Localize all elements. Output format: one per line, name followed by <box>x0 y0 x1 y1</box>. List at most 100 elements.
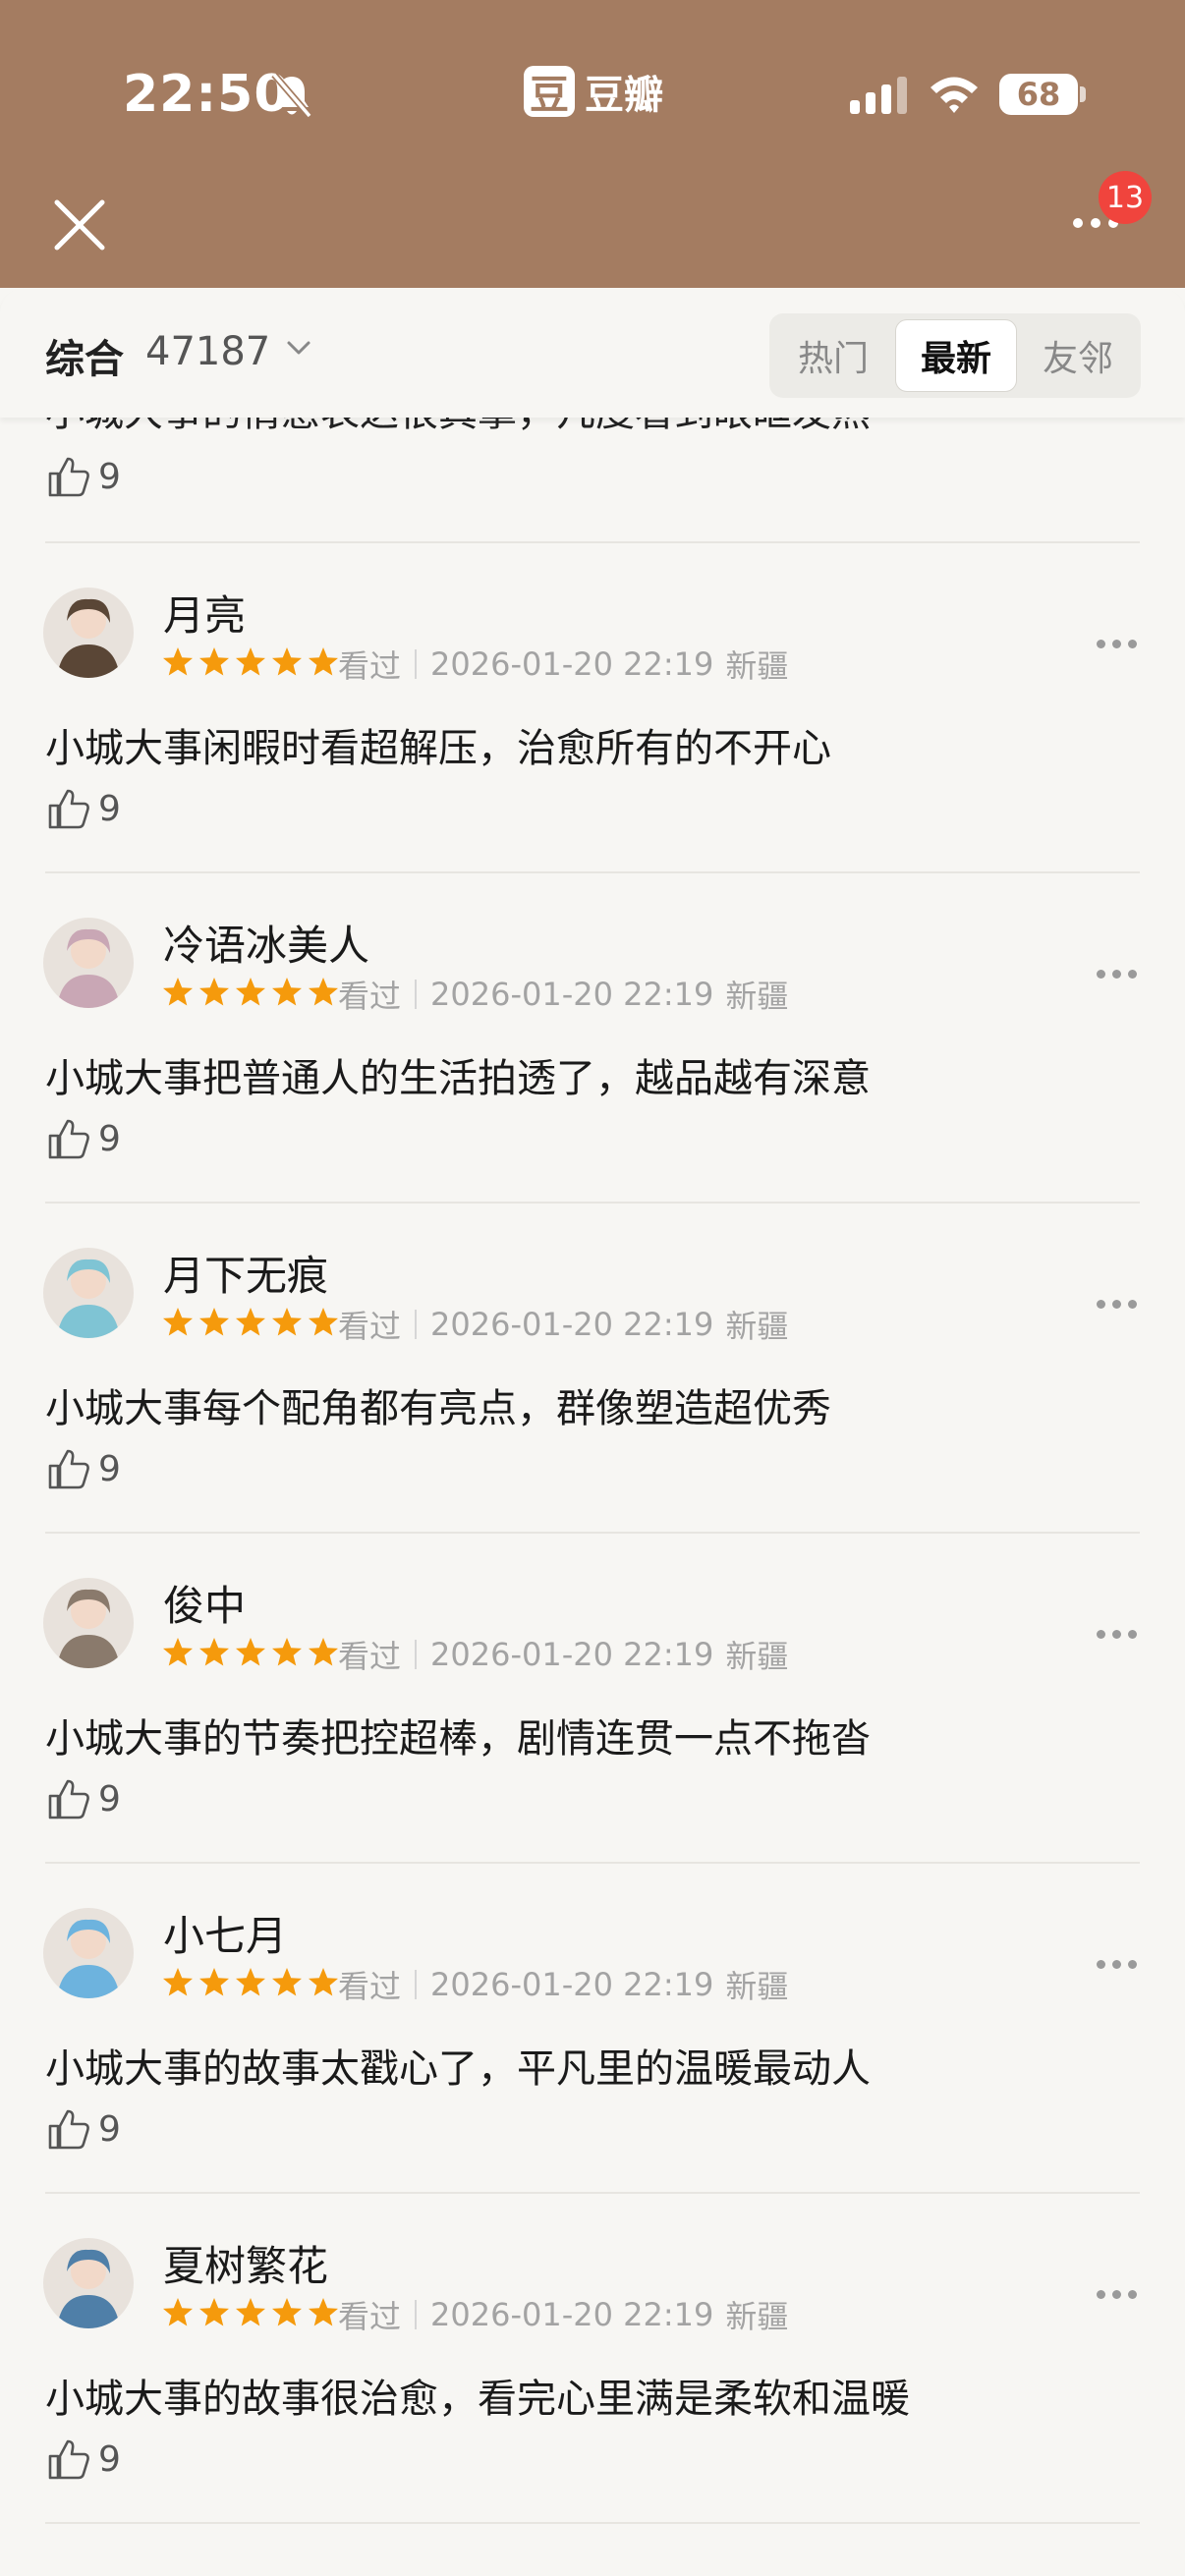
review-more-button[interactable] <box>1097 970 1137 979</box>
watch-status: 看过 <box>338 1968 402 2005</box>
watch-status: 看过 <box>338 1308 402 1345</box>
more-dot <box>1097 2290 1105 2299</box>
review-more-button[interactable] <box>1097 1960 1137 1969</box>
review-meta: 看过 2026-01-20 22:19 新疆 <box>338 1962 788 2007</box>
review-more-button[interactable] <box>1097 640 1137 648</box>
app-root: 22:50 豆 豆瓣 68 13 综合 47187 热门 最新 友邻 9 月亮 … <box>0 0 1185 2576</box>
watch-status: 看过 <box>338 1638 402 1675</box>
review-location: 新疆 <box>725 1308 789 1345</box>
review-meta: 看过 2026-01-20 22:19 新疆 <box>338 2292 788 2337</box>
sort-filter-label[interactable]: 综合 <box>45 327 124 384</box>
review-content[interactable]: 小城大事的故事很治愈，看完心里满是柔软和温暖 <box>45 2367 910 2424</box>
more-dot <box>1097 1960 1105 1969</box>
star-icon <box>163 647 193 676</box>
review-meta: 看过 2026-01-20 22:19 新疆 <box>338 1632 788 1677</box>
user-avatar[interactable] <box>43 1908 134 1998</box>
like-button[interactable]: 9 <box>45 1445 121 1492</box>
username[interactable]: 俊中 <box>163 1573 246 1633</box>
review-more-button[interactable] <box>1097 1630 1137 1639</box>
thumbs-up-icon <box>48 2109 89 2150</box>
review-date: 2026-01-20 22:19 <box>430 1306 714 1343</box>
review-content[interactable]: 小城大事闲暇时看超解压，治愈所有的不开心 <box>45 716 831 773</box>
review-location: 新疆 <box>725 1968 789 2005</box>
star-icon <box>272 978 302 1006</box>
star-icon <box>163 1968 193 1996</box>
star-icon <box>309 2298 338 2326</box>
sort-segmented-control: 热门 最新 友邻 <box>769 313 1141 398</box>
rating-stars <box>161 976 340 1009</box>
review-count[interactable]: 47187 <box>145 329 270 374</box>
star-icon <box>236 2298 265 2326</box>
username[interactable]: 月亮 <box>163 583 246 643</box>
review-content[interactable]: 小城大事把普通人的生活拍透了，越品越有深意 <box>45 1046 871 1103</box>
thumbs-up-icon <box>48 789 89 829</box>
review-content[interactable]: 小城大事的节奏把控超棒，剧情连贯一点不拖沓 <box>45 1707 871 1764</box>
like-button[interactable]: 9 <box>45 2436 121 2483</box>
review-item: 小七月 看过 2026-01-20 22:19 新疆 小城大事的故事太戳心了，平… <box>0 1864 1185 2194</box>
username[interactable]: 小七月 <box>163 1903 287 1963</box>
review-more-button[interactable] <box>1097 2290 1137 2299</box>
top-bar: 22:50 豆 豆瓣 68 13 <box>0 0 1185 288</box>
meta-separator <box>415 1310 418 1339</box>
star-icon <box>236 647 265 676</box>
user-avatar[interactable] <box>43 2238 134 2328</box>
tab-friends[interactable]: 友邻 <box>1021 319 1135 392</box>
star-icon <box>272 647 302 676</box>
review-meta: 看过 2026-01-20 22:19 新疆 <box>338 972 788 1017</box>
review-location: 新疆 <box>725 2298 789 2335</box>
divider <box>45 2522 1140 2524</box>
review-location: 新疆 <box>725 1638 789 1675</box>
user-avatar[interactable] <box>43 588 134 678</box>
review-content[interactable]: 小城大事每个配角都有亮点，群像塑造超优秀 <box>45 1376 831 1433</box>
review-date: 2026-01-20 22:19 <box>430 645 714 683</box>
like-button[interactable]: 9 <box>45 453 121 500</box>
review-more-button[interactable] <box>1097 1300 1137 1309</box>
star-icon <box>272 1638 302 1666</box>
user-avatar[interactable] <box>43 918 134 1008</box>
more-dot <box>1112 970 1121 979</box>
star-icon <box>199 647 229 676</box>
more-dot <box>1097 1630 1105 1639</box>
tab-hot[interactable]: 热门 <box>775 319 891 392</box>
like-button[interactable]: 9 <box>45 1115 121 1162</box>
tab-latest[interactable]: 最新 <box>895 319 1017 392</box>
username[interactable]: 月下无痕 <box>163 1243 328 1303</box>
like-count: 9 <box>98 1778 121 1820</box>
thumbs-up-icon <box>48 457 89 497</box>
app-brand: 豆 豆瓣 <box>524 63 663 120</box>
star-icon <box>309 1308 338 1336</box>
review-item: 冷语冰美人 看过 2026-01-20 22:19 新疆 小城大事把普通人的生活… <box>0 873 1185 1204</box>
star-icon <box>199 1638 229 1666</box>
watch-status: 看过 <box>338 647 402 685</box>
user-avatar[interactable] <box>43 1578 134 1668</box>
username[interactable]: 冷语冰美人 <box>163 913 369 973</box>
user-avatar[interactable] <box>43 1248 134 1338</box>
star-icon <box>199 2298 229 2326</box>
review-date: 2026-01-20 22:19 <box>430 2296 714 2333</box>
username[interactable]: 夏树繁花 <box>163 2233 328 2293</box>
like-button[interactable]: 9 <box>45 2105 121 2153</box>
review-date: 2026-01-20 22:19 <box>430 1966 714 2003</box>
battery-tip <box>1080 86 1086 102</box>
star-icon <box>163 1308 193 1336</box>
like-button[interactable]: 9 <box>45 785 121 832</box>
meta-separator <box>415 1640 418 1669</box>
app-name: 豆瓣 <box>585 73 663 118</box>
rating-stars <box>161 645 340 679</box>
review-content[interactable]: 小城大事的故事太戳心了，平凡里的温暖最动人 <box>45 2037 871 2094</box>
star-icon <box>309 978 338 1006</box>
like-count: 9 <box>98 2438 121 2480</box>
more-dot <box>1097 640 1105 648</box>
more-dot <box>1128 1630 1137 1639</box>
status-time: 22:50 <box>123 65 291 124</box>
thumbs-up-icon <box>48 1449 89 1489</box>
chevron-down-icon[interactable] <box>285 335 312 363</box>
like-count: 9 <box>98 1448 121 1489</box>
close-icon[interactable] <box>49 195 110 255</box>
more-dot <box>1128 970 1137 979</box>
meta-separator <box>415 2300 418 2329</box>
star-icon <box>236 1308 265 1336</box>
review-item: 俊中 看过 2026-01-20 22:19 新疆 小城大事的节奏把控超棒，剧情… <box>0 1534 1185 1864</box>
thumbs-up-icon <box>48 2439 89 2480</box>
like-button[interactable]: 9 <box>45 1775 121 1822</box>
